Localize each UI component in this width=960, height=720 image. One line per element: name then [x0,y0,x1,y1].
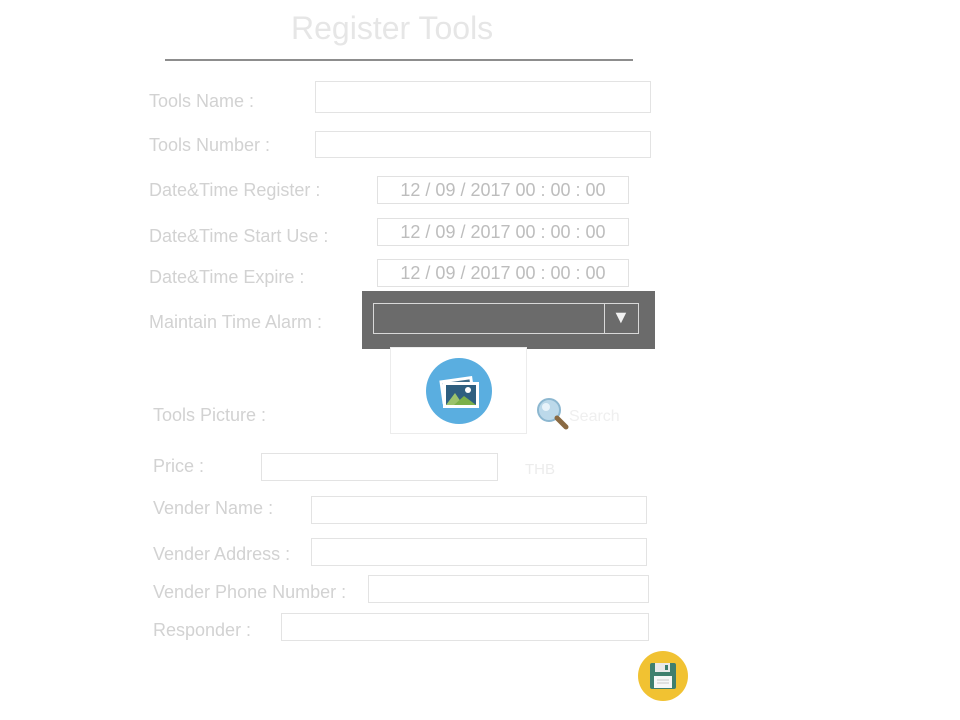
datetime-register-label: Date&Time Register : [149,180,321,200]
datetime-start-use-input[interactable]: 12 / 09 / 2017 00 : 00 : 00 [377,218,629,246]
vender-address-label: Vender Address : [153,544,291,564]
datetime-expire-label: Date&Time Expire : [149,267,305,287]
search-label[interactable]: Search [569,408,620,426]
title-divider [165,59,633,61]
responder-label: Responder : [153,620,252,640]
datetime-register-input[interactable]: 12 / 09 / 2017 00 : 00 : 00 [377,176,629,204]
page-title: Register Tools [291,10,494,46]
magnifier-icon[interactable] [536,397,570,431]
price-label: Price : [153,456,205,476]
price-input[interactable] [261,453,498,481]
datetime-start-use-label: Date&Time Start Use : [149,226,329,246]
maintain-time-alarm-label: Maintain Time Alarm : [149,312,323,332]
vender-phone-input[interactable] [368,575,649,603]
triangle-down-icon[interactable]: ▼ [612,307,630,328]
floppy-disk-icon [650,663,676,689]
tools-number-label: Tools Number : [149,135,271,155]
responder-input[interactable] [281,613,649,641]
select-divider [604,304,605,333]
tools-name-label: Tools Name : [149,91,255,111]
datetime-expire-input[interactable]: 12 / 09 / 2017 00 : 00 : 00 [377,259,629,287]
vender-name-label: Vender Name : [153,498,274,518]
currency-label: THB [525,461,555,478]
save-button[interactable] [638,651,688,701]
image-placeholder-icon [426,358,492,424]
vender-phone-label: Vender Phone Number : [153,582,347,602]
maintain-time-alarm-select[interactable] [373,303,639,334]
vender-name-input[interactable] [311,496,647,524]
tools-name-input[interactable] [315,81,651,113]
tools-picture-label: Tools Picture : [153,405,267,425]
tools-number-input[interactable] [315,131,651,158]
vender-address-input[interactable] [311,538,647,566]
